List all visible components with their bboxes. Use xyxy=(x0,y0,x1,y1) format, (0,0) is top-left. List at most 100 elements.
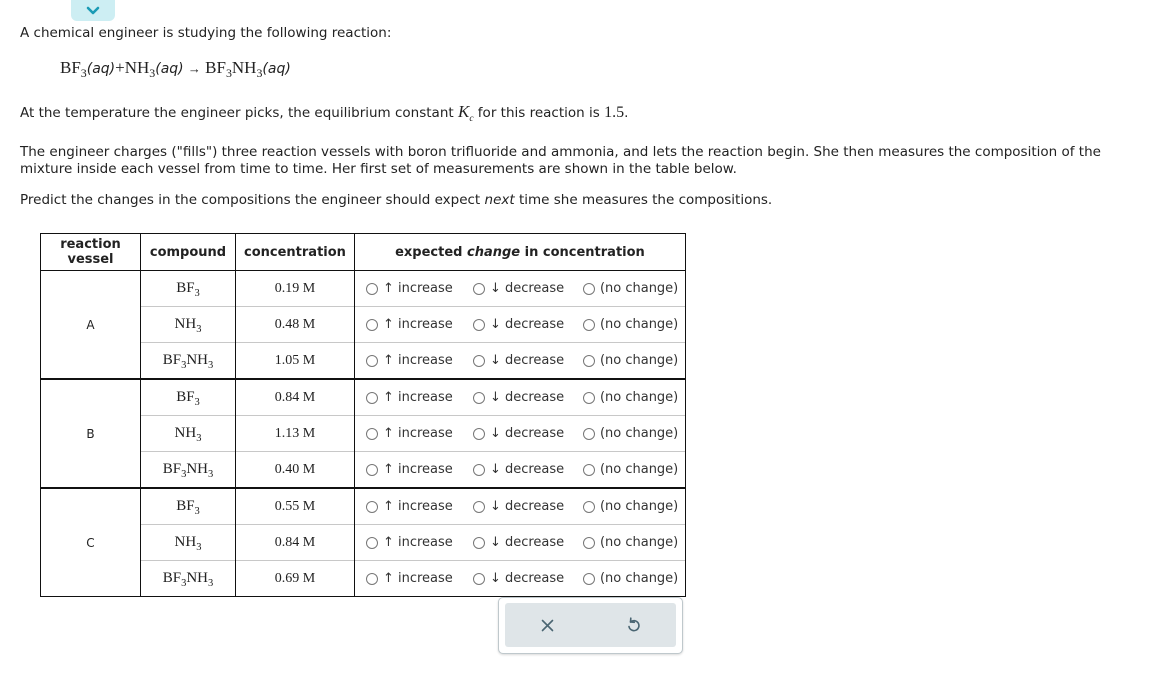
option-decrease[interactable]: ↓ decrease xyxy=(472,535,583,550)
concentration-cell: 0.84 M xyxy=(235,524,355,561)
option-label: (no change) xyxy=(599,571,679,586)
header-vessel: reaction vessel xyxy=(40,233,141,271)
option-increase[interactable]: ↑ increase xyxy=(365,390,473,405)
intro-text: A chemical engineer is studying the foll… xyxy=(20,25,392,41)
arrow-icon: → xyxy=(187,61,201,76)
radio-button[interactable] xyxy=(582,318,595,331)
option-decrease[interactable]: ↓ decrease xyxy=(472,281,583,296)
concentration-cell: 1.05 M xyxy=(235,342,355,379)
radio-button[interactable] xyxy=(365,318,378,331)
change-options: ↑ increase ↓ decrease (no change) xyxy=(353,560,686,597)
option-decrease[interactable]: ↓ decrease xyxy=(472,317,583,332)
radio-button[interactable] xyxy=(582,391,595,404)
radio-button[interactable] xyxy=(472,427,485,440)
option-no-change[interactable]: (no change) xyxy=(582,426,679,441)
radio-button[interactable] xyxy=(582,572,595,585)
header-expected-change: expected change in concentration xyxy=(353,233,686,271)
radio-button[interactable] xyxy=(472,282,485,295)
radio-button[interactable] xyxy=(472,318,485,331)
concentration-cell: 0.69 M xyxy=(235,560,355,597)
reset-button[interactable] xyxy=(591,603,677,647)
option-decrease[interactable]: ↓ decrease xyxy=(472,462,583,477)
kc-statement: At the temperature the engineer picks, t… xyxy=(20,102,629,124)
radio-button[interactable] xyxy=(365,572,378,585)
radio-button[interactable] xyxy=(365,463,378,476)
option-label: ↓ decrease xyxy=(489,390,565,405)
compound-cell: NH3 xyxy=(140,306,236,343)
option-no-change[interactable]: (no change) xyxy=(582,499,679,514)
close-icon xyxy=(541,619,554,631)
compound-cell: BF3 xyxy=(140,270,236,307)
option-increase[interactable]: ↑ increase xyxy=(365,317,473,332)
header-compound: compound xyxy=(140,233,236,271)
option-label: ↓ decrease xyxy=(489,426,565,441)
option-label: (no change) xyxy=(599,462,679,477)
radio-button[interactable] xyxy=(472,354,485,367)
option-label: ↑ increase xyxy=(382,281,453,296)
option-label: (no change) xyxy=(599,426,679,441)
change-options: ↑ increase ↓ decrease (no change) xyxy=(353,524,686,561)
reaction-equation: BF3(aq)+NH3(aq) → BF3NH3(aq) xyxy=(60,58,291,80)
radio-button[interactable] xyxy=(365,536,378,549)
radio-button[interactable] xyxy=(365,354,378,367)
option-label: (no change) xyxy=(599,499,679,514)
compound-cell: BF3 xyxy=(140,378,236,416)
table-row: C BF3 0.55 M ↑ increase ↓ decrease (no change… xyxy=(40,487,686,597)
clear-button[interactable] xyxy=(505,603,591,647)
option-decrease[interactable]: ↓ decrease xyxy=(472,571,583,586)
option-decrease[interactable]: ↓ decrease xyxy=(472,426,583,441)
option-increase[interactable]: ↑ increase xyxy=(365,426,473,441)
option-increase[interactable]: ↑ increase xyxy=(365,499,473,514)
change-options: ↑ increase ↓ decrease (no change) xyxy=(353,306,686,343)
option-decrease[interactable]: ↓ decrease xyxy=(472,390,583,405)
option-label: ↑ increase xyxy=(382,462,453,477)
radio-button[interactable] xyxy=(582,536,595,549)
option-decrease[interactable]: ↓ decrease xyxy=(472,353,583,368)
radio-button[interactable] xyxy=(472,572,485,585)
radio-button[interactable] xyxy=(582,427,595,440)
measurements-table: reaction vessel compound concentration e… xyxy=(40,233,686,597)
chevron-down-icon xyxy=(86,6,100,15)
option-increase[interactable]: ↑ increase xyxy=(365,281,473,296)
option-label: ↑ increase xyxy=(382,390,453,405)
option-label: ↓ decrease xyxy=(489,571,565,586)
radio-button[interactable] xyxy=(472,536,485,549)
change-options: ↑ increase ↓ decrease (no change) xyxy=(353,487,686,525)
radio-button[interactable] xyxy=(365,427,378,440)
action-button-bar xyxy=(498,597,683,654)
option-label: (no change) xyxy=(599,390,679,405)
option-label: ↑ increase xyxy=(382,353,453,368)
option-no-change[interactable]: (no change) xyxy=(582,571,679,586)
radio-button[interactable] xyxy=(582,282,595,295)
option-increase[interactable]: ↑ increase xyxy=(365,535,473,550)
radio-button[interactable] xyxy=(472,391,485,404)
change-options: ↑ increase ↓ decrease (no change) xyxy=(353,342,686,379)
option-no-change[interactable]: (no change) xyxy=(582,353,679,368)
option-no-change[interactable]: (no change) xyxy=(582,281,678,296)
option-no-change[interactable]: (no change) xyxy=(582,535,678,550)
radio-button[interactable] xyxy=(365,391,378,404)
header-concentration: concentration xyxy=(235,233,355,271)
concentration-cell: 0.19 M xyxy=(235,270,355,307)
collapse-toggle[interactable] xyxy=(71,0,115,21)
option-label: (no change) xyxy=(599,317,679,332)
option-no-change[interactable]: (no change) xyxy=(582,390,679,405)
option-increase[interactable]: ↑ increase xyxy=(365,353,473,368)
compound-cell: BF3NH3 xyxy=(140,342,236,379)
option-no-change[interactable]: (no change) xyxy=(582,462,679,477)
option-decrease[interactable]: ↓ decrease xyxy=(472,499,583,514)
compound-cell: NH3 xyxy=(140,415,236,452)
option-label: (no change) xyxy=(599,353,679,368)
radio-button[interactable] xyxy=(472,463,485,476)
radio-button[interactable] xyxy=(582,500,595,513)
option-increase[interactable]: ↑ increase xyxy=(365,571,473,586)
radio-button[interactable] xyxy=(582,354,595,367)
option-label: ↑ increase xyxy=(382,426,453,441)
radio-button[interactable] xyxy=(365,282,378,295)
radio-button[interactable] xyxy=(582,463,595,476)
option-increase[interactable]: ↑ increase xyxy=(365,462,473,477)
vessel-label: B xyxy=(40,378,141,488)
option-no-change[interactable]: (no change) xyxy=(582,317,679,332)
radio-button[interactable] xyxy=(472,500,485,513)
radio-button[interactable] xyxy=(365,500,378,513)
